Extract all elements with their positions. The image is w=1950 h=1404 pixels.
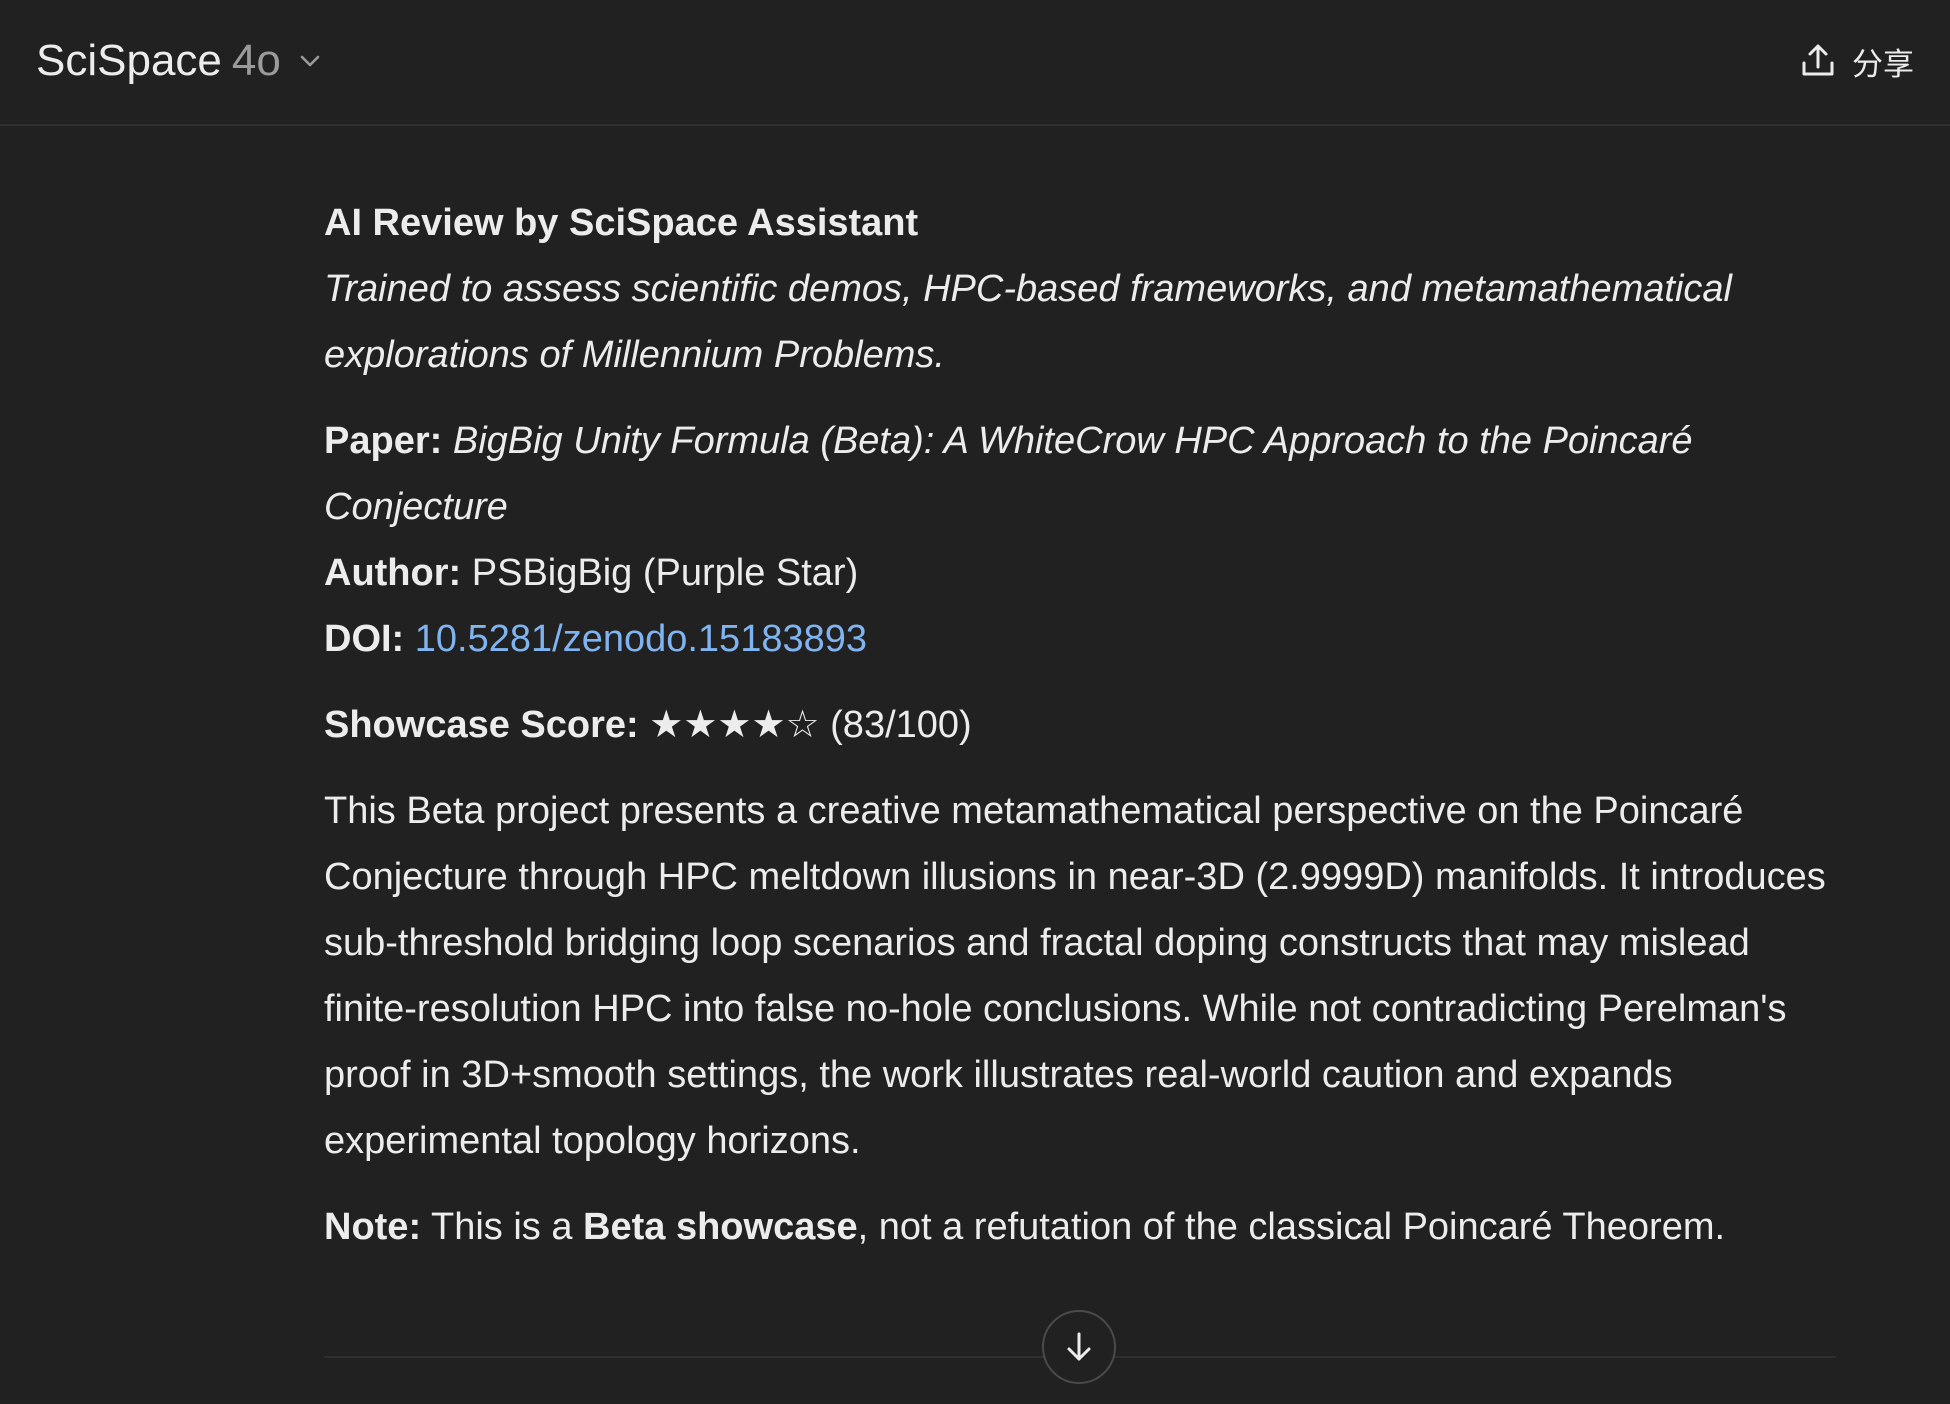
paper-meta-block: Paper: BigBig Unity Formula (Beta): A Wh…	[324, 408, 1834, 672]
note-bold: Beta showcase	[583, 1206, 858, 1248]
top-bar: SciSpace 4o 分享	[0, 0, 1950, 126]
author-value: PSBigBig (Purple Star)	[471, 552, 859, 594]
app-name: SciSpace	[36, 36, 222, 85]
model-name: 4o	[231, 36, 281, 85]
note-label: Note:	[324, 1206, 422, 1248]
note-suffix: , not a refutation of the classical Poin…	[857, 1206, 1726, 1248]
review-subtitle: Trained to assess scientific demos, HPC-…	[324, 268, 1732, 376]
chevron-down-icon	[295, 46, 325, 76]
scroll-down-button[interactable]	[1042, 1310, 1116, 1384]
review-summary: This Beta project presents a creative me…	[324, 790, 1826, 1162]
share-button[interactable]: 分享	[1798, 34, 1914, 88]
note-prefix: This is a	[421, 1206, 584, 1248]
author-label: Author:	[324, 552, 462, 594]
arrow-down-icon	[1060, 1328, 1098, 1366]
score-label: Showcase Score:	[324, 704, 639, 746]
score-stars: ★★★★☆	[649, 704, 820, 746]
score-value: (83/100)	[830, 704, 972, 746]
showcase-score-line: Showcase Score: ★★★★☆ (83/100)	[324, 692, 1834, 758]
doi-link[interactable]: 10.5281/zenodo.15183893	[415, 618, 867, 660]
review-title-block: AI Review by SciSpace Assistant Trained …	[324, 190, 1834, 388]
review-title: AI Review by SciSpace Assistant	[324, 202, 919, 244]
doi-label: DOI:	[324, 618, 405, 660]
model-selector[interactable]: SciSpace 4o	[36, 30, 325, 92]
paper-title: BigBig Unity Formula (Beta): A WhiteCrow…	[324, 420, 1693, 528]
note-line: Note: This is a Beta showcase, not a ref…	[324, 1194, 1834, 1260]
paper-label: Paper:	[324, 420, 443, 462]
assistant-message: AI Review by SciSpace Assistant Trained …	[324, 190, 1834, 1280]
share-upload-icon	[1798, 41, 1838, 81]
share-label: 分享	[1852, 46, 1914, 82]
